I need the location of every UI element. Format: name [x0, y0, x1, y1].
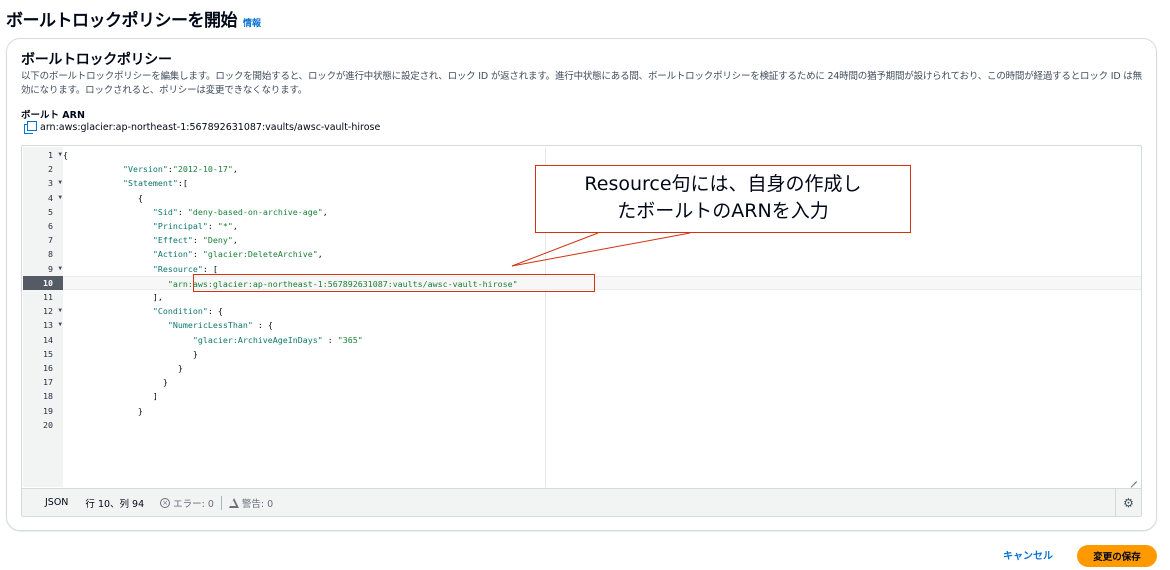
warning-icon: [228, 497, 239, 508]
line-number: 16: [43, 363, 53, 373]
code-line: ]: [63, 391, 158, 402]
line-number: 17: [43, 377, 53, 388]
info-link[interactable]: 情報: [243, 16, 261, 29]
code-line: "NumericLessThan" : {: [167, 320, 273, 331]
annotation-line-2: たボールトのARNを入力: [617, 200, 829, 222]
code-line: }: [63, 377, 168, 388]
language-indicator: JSON: [45, 497, 69, 508]
cancel-button[interactable]: キャンセル: [1003, 547, 1053, 562]
code-line: }: [63, 348, 198, 359]
line-number: 3 ▼: [23, 176, 63, 190]
fold-toggle-icon[interactable]: ▼: [58, 304, 62, 318]
section-description: 以下のボールトロックポリシーを編集します。ロックを開始すると、ロックが進行中状態…: [21, 71, 1142, 96]
line-number: 6: [48, 221, 53, 231]
line-number: 18: [43, 391, 53, 402]
gear-icon: ⚙: [1123, 495, 1134, 510]
code-line: {: [63, 150, 68, 160]
editor-settings-button[interactable]: ⚙: [1115, 489, 1141, 516]
resource-highlight-box: [193, 274, 595, 292]
vault-arn-label: ボールト ARN: [21, 110, 85, 121]
line-number: 15: [43, 348, 53, 359]
error-count[interactable]: × エラー: 0: [160, 496, 214, 510]
line-number: 12 ▼: [23, 304, 63, 318]
line-number: 7: [48, 235, 53, 246]
vault-arn-row: arn:aws:glacier:ap-northeast-1:567892631…: [24, 121, 381, 134]
line-number: 20: [43, 419, 53, 430]
line-number: 11: [43, 292, 53, 302]
line-number: 1 ▼: [23, 148, 63, 162]
fold-toggle-icon[interactable]: ▼: [58, 262, 62, 276]
code-line: ],: [63, 292, 163, 302]
page-header: ボールトロックポリシーを開始 情報: [6, 6, 261, 31]
code-line: "Effect": "Deny",: [152, 235, 238, 246]
warning-count[interactable]: 警告: 0: [228, 496, 274, 510]
save-changes-button[interactable]: 変更の保存: [1077, 545, 1157, 567]
line-number: 10: [23, 275, 63, 290]
vault-arn-value: arn:aws:glacier:ap-northeast-1:567892631…: [40, 121, 381, 133]
editor-gutter: 1 ▼ 2 3 ▼ 4 ▼ 5 6 7 8 9 ▼ 10 11 12 ▼ 13 ▼ 14 15 16 17 18 19 20: [23, 147, 63, 487]
line-number: 9 ▼: [23, 262, 63, 276]
code-line: "glacier:ArchiveAgeInDays" : "365": [192, 334, 363, 345]
editor-status-bar: JSON 行 10、列 94 × エラー: 0 警告: 0 ⚙: [22, 488, 1141, 516]
line-number: 8: [48, 249, 53, 260]
page-title: ボールトロックポリシーを開始: [6, 11, 238, 31]
line-number: 19: [43, 405, 53, 416]
warning-count-label: 警告: 0: [241, 498, 274, 510]
error-icon: ×: [160, 497, 171, 508]
annotation-callout: Resource句には、自身の作成し たボールトのARNを入力: [535, 165, 911, 233]
fold-toggle-icon[interactable]: ▼: [58, 176, 62, 190]
fold-toggle-icon[interactable]: ▼: [58, 191, 62, 205]
line-number: 13 ▼: [23, 318, 63, 332]
status-divider: [220, 495, 222, 510]
fold-toggle-icon[interactable]: ▼: [58, 318, 62, 332]
code-line: "Action": "glacier:DeleteArchive",: [152, 249, 323, 260]
code-line: "Condition": {: [152, 306, 223, 317]
line-number: 5: [48, 206, 53, 217]
copy-icon[interactable]: [24, 121, 37, 134]
resize-handle-icon[interactable]: [1129, 474, 1137, 482]
error-count-label: エラー: 0: [173, 498, 214, 510]
line-number: 4 ▼: [23, 191, 63, 205]
cursor-position: 行 10、列 94: [85, 498, 145, 510]
line-number: 14: [43, 334, 53, 345]
annotation-line-1: Resource句には、自身の作成し: [584, 173, 862, 195]
fold-toggle-icon[interactable]: ▼: [58, 148, 62, 162]
section-title: ボールトロックポリシー: [21, 52, 172, 68]
code-line: }: [63, 405, 143, 416]
code-line: }: [63, 363, 183, 373]
line-number: 2: [48, 164, 53, 175]
